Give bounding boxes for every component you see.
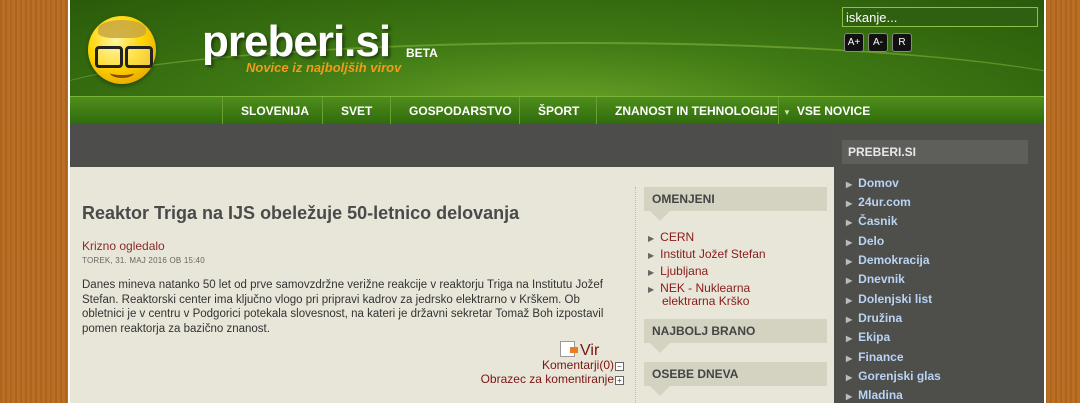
nav-slovenija[interactable]: SLOVENIJA bbox=[222, 97, 309, 125]
mention-label: NEK - Nuklearna bbox=[660, 281, 751, 295]
nav-vse-novice[interactable]: ▼ VSE NOVICE bbox=[778, 97, 870, 125]
mascot-glasses-right bbox=[125, 46, 153, 68]
comments-label: Komentarji(0) bbox=[541, 358, 614, 372]
mascot-glasses-left bbox=[95, 46, 123, 68]
source-domov[interactable]: ▶ Domov bbox=[846, 176, 899, 190]
bullet-icon: ▶ bbox=[846, 296, 853, 305]
content-top-band bbox=[70, 124, 834, 167]
plus-icon[interactable]: + bbox=[615, 376, 624, 385]
najbolj-brano-title: NAJBOLJ BRANO bbox=[652, 324, 756, 338]
bullet-icon: ▶ bbox=[846, 180, 853, 189]
font-reset-button[interactable]: R bbox=[892, 33, 912, 52]
source-dolenjski-list[interactable]: ▶ Dolenjski list bbox=[846, 292, 932, 306]
heading-notch bbox=[650, 343, 670, 353]
document-icon bbox=[560, 341, 578, 357]
source-label: Delo bbox=[858, 234, 885, 248]
mention-label: CERN bbox=[660, 230, 695, 244]
bullet-icon: ▶ bbox=[846, 354, 853, 363]
mascot-smiley-icon[interactable] bbox=[88, 16, 156, 84]
mascot-hair bbox=[98, 20, 146, 38]
mention-label: Ljubljana bbox=[660, 264, 709, 278]
omenjeni-title: OMENJENI bbox=[652, 192, 715, 206]
comment-form-label: Obrazec za komentiranje bbox=[480, 372, 614, 386]
source-24ur[interactable]: ▶ 24ur.com bbox=[846, 195, 911, 209]
nav-znanost[interactable]: ZNANOST IN TEHNOLOGIJE bbox=[596, 97, 778, 125]
site-tagline: Novice iz najboljših virov bbox=[246, 60, 402, 75]
bullet-icon: ▶ bbox=[846, 238, 853, 247]
comment-form-toggle[interactable]: Obrazec za komentiranje + bbox=[481, 372, 624, 386]
source-label: Družina bbox=[858, 311, 903, 325]
source-label: Finance bbox=[858, 350, 904, 364]
mention-ijs[interactable]: ▶ Institut Jožef Stefan bbox=[648, 248, 766, 262]
article-area: Reaktor Triga na IJS obeležuje 50-letnic… bbox=[70, 167, 636, 403]
dropdown-arrow-icon: ▼ bbox=[783, 108, 791, 117]
source-demokracija[interactable]: ▶ Demokracija bbox=[846, 253, 930, 267]
mention-cern[interactable]: ▶ CERN bbox=[648, 231, 694, 245]
nav-svet[interactable]: SVET bbox=[322, 97, 372, 125]
source-mladina[interactable]: ▶ Mladina bbox=[846, 388, 903, 402]
najbolj-brano-heading: NAJBOLJ BRANO bbox=[644, 319, 827, 353]
source-label: Gorenjski glas bbox=[858, 369, 941, 383]
mention-nek-line2[interactable]: elektrarna Krško bbox=[662, 295, 749, 308]
source-label: Domov bbox=[858, 176, 899, 190]
bullet-icon: ▶ bbox=[846, 334, 853, 343]
bullet-icon: ▶ bbox=[846, 373, 853, 382]
site-logo[interactable]: preberi.si bbox=[202, 18, 391, 66]
article-body: Danes mineva natanko 50 let od prve samo… bbox=[82, 279, 604, 335]
bullet-icon: ▶ bbox=[846, 315, 853, 324]
page-container: preberi.si BETA Novice iz najboljših vir… bbox=[68, 0, 1046, 403]
beta-label: BETA bbox=[406, 46, 438, 60]
font-increase-button[interactable]: A+ bbox=[844, 33, 864, 52]
source-finance[interactable]: ▶ Finance bbox=[846, 350, 904, 364]
bullet-icon: ▶ bbox=[846, 218, 853, 227]
osebe-dneva-title: OSEBE DNEVA bbox=[652, 367, 739, 381]
sources-heading: PREBERI.SI bbox=[842, 140, 1028, 164]
source-ekipa[interactable]: ▶ Ekipa bbox=[846, 330, 890, 344]
mention-label: Institut Jožef Stefan bbox=[660, 247, 766, 261]
source-label: Dolenjski list bbox=[858, 292, 933, 306]
bullet-icon: ▶ bbox=[648, 234, 655, 243]
bullet-icon: ▶ bbox=[846, 276, 853, 285]
source-label: Dnevnik bbox=[858, 272, 905, 286]
source-delo[interactable]: ▶ Delo bbox=[846, 234, 884, 248]
source-dnevnik[interactable]: ▶ Dnevnik bbox=[846, 272, 905, 286]
bullet-icon: ▶ bbox=[648, 268, 655, 277]
nav-gospodarstvo[interactable]: GOSPODARSTVO bbox=[390, 97, 512, 125]
source-label: Mladina bbox=[858, 388, 903, 402]
comments-block: Komentarji(0) − Obrazec za komentiranje + bbox=[481, 358, 624, 386]
bullet-icon: ▶ bbox=[846, 392, 853, 401]
source-casnik[interactable]: ▶ Časnik bbox=[846, 214, 898, 228]
source-gorenjski-glas[interactable]: ▶ Gorenjski glas bbox=[846, 369, 941, 383]
nav-vse-novice-label: VSE NOVICE bbox=[796, 104, 871, 118]
source-label: Demokracija bbox=[858, 253, 930, 267]
source-label: 24ur.com bbox=[858, 195, 911, 209]
omenjeni-heading: OMENJENI bbox=[644, 187, 827, 221]
bullet-icon: ▶ bbox=[648, 251, 655, 260]
search-input[interactable] bbox=[842, 7, 1038, 27]
mentions-column: OMENJENI ▶ CERN ▶ Institut Jožef Stefan ▶ L… bbox=[644, 187, 827, 403]
minus-icon[interactable]: − bbox=[615, 362, 624, 371]
article-source[interactable]: Krizno ogledalo bbox=[82, 239, 165, 253]
heading-notch bbox=[650, 386, 670, 396]
nav-sport[interactable]: ŠPORT bbox=[519, 97, 579, 125]
source-druzina[interactable]: ▶ Družina bbox=[846, 311, 902, 325]
source-label: Ekipa bbox=[858, 330, 891, 344]
heading-notch bbox=[650, 211, 670, 221]
mention-ljubljana[interactable]: ▶ Ljubljana bbox=[648, 265, 708, 279]
sources-sidebar: PREBERI.SI ▶ Domov ▶ 24ur.com ▶ Časnik ▶ Del… bbox=[834, 124, 1044, 403]
source-label: Časnik bbox=[858, 214, 898, 228]
column-divider bbox=[635, 187, 636, 403]
site-header: preberi.si BETA Novice iz najboljših vir… bbox=[70, 0, 1044, 96]
comments-toggle[interactable]: Komentarji(0) − bbox=[481, 358, 624, 372]
main-nav: SLOVENIJA SVET GOSPODARSTVO ŠPORT ZNANOS… bbox=[70, 96, 1044, 125]
mascot-mouth bbox=[110, 68, 134, 78]
osebe-dneva-heading: OSEBE DNEVA bbox=[644, 362, 827, 396]
article-date: TOREK, 31. MAJ 2016 OB 15:40 bbox=[82, 256, 205, 265]
bullet-icon: ▶ bbox=[846, 199, 853, 208]
article-title[interactable]: Reaktor Triga na IJS obeležuje 50-letnic… bbox=[82, 203, 519, 224]
source-link-label: Vir bbox=[580, 342, 600, 359]
font-decrease-button[interactable]: A- bbox=[868, 33, 888, 52]
bullet-icon: ▶ bbox=[846, 257, 853, 266]
bullet-icon: ▶ bbox=[648, 285, 655, 294]
